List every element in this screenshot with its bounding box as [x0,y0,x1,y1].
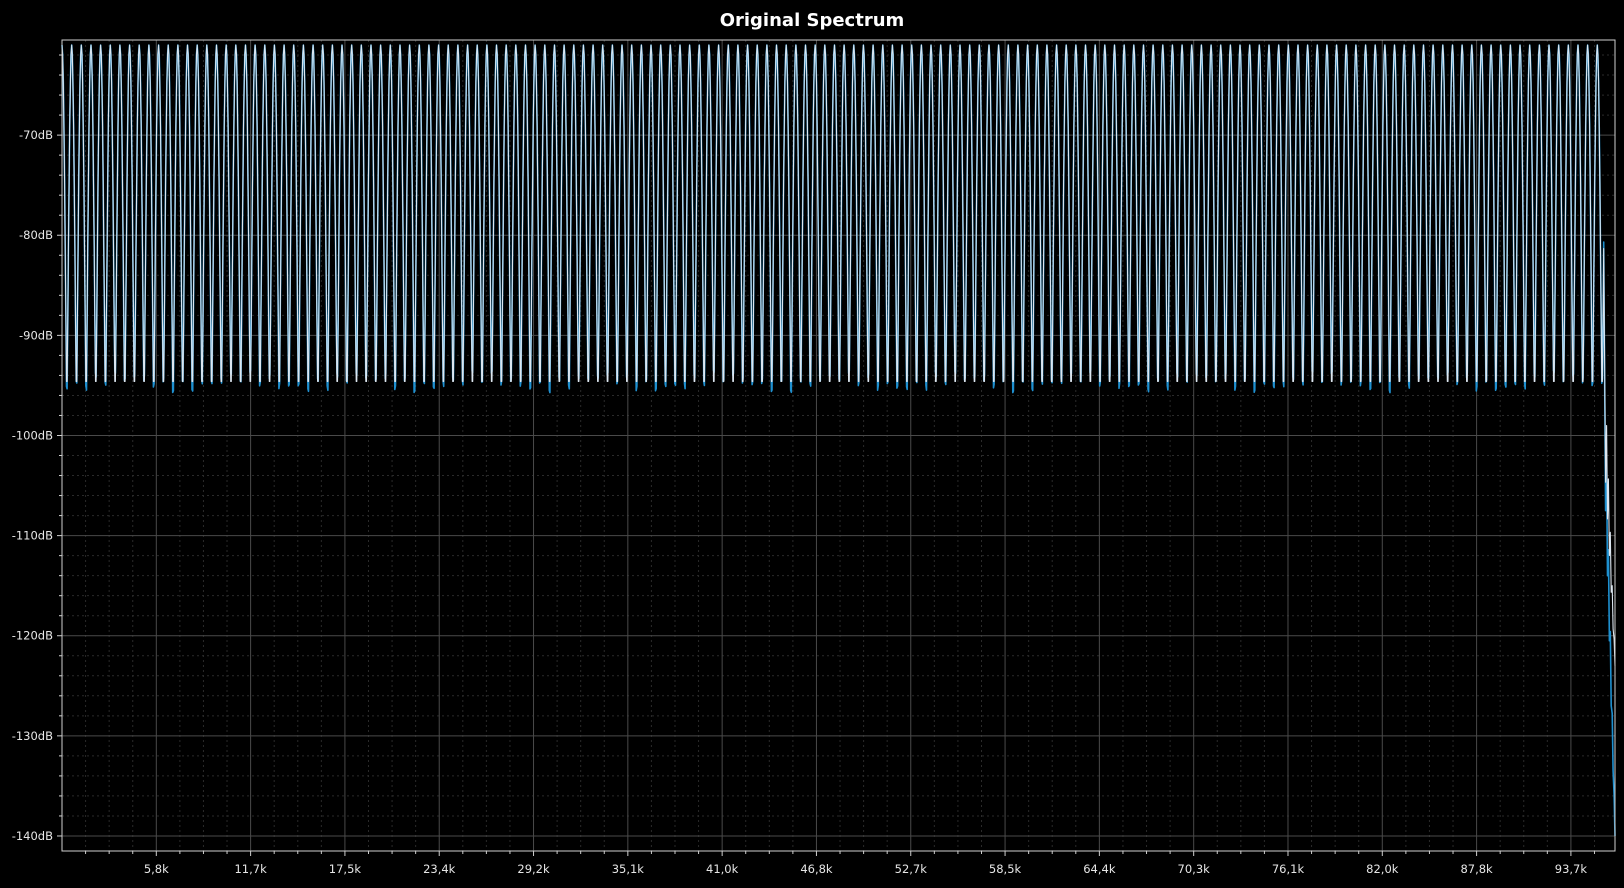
x-tick-label: 93,7k [1555,862,1588,876]
x-tick-label: 70,3k [1178,862,1211,876]
x-tick-label: 23,4k [423,862,456,876]
y-tick-label: -130dB [12,729,53,743]
y-tick-label: -110dB [12,529,53,543]
x-tick-label: 5,8k [144,862,169,876]
x-tick-label: 17,5k [329,862,362,876]
x-tick-label: 11,7k [234,862,267,876]
y-tick-label: -100dB [12,428,53,442]
x-tick-label: 52,7k [895,862,928,876]
x-tick-label: 46,8k [800,862,833,876]
x-tick-label: 35,1k [612,862,645,876]
y-tick-label: -80dB [19,228,53,242]
x-tick-label: 64,4k [1083,862,1116,876]
y-tick-label: -140dB [12,829,53,843]
spectrum-chart: -70dB -80dB -90dB -100dB -110dB -120dB -130dB -… [12,39,1616,876]
x-tick-label: 29,2k [517,862,550,876]
y-tick-label: -70dB [19,128,53,142]
y-tick-label: -120dB [12,629,53,643]
x-tick-label: 41,0k [706,862,739,876]
x-tick-label: 82,0k [1366,862,1399,876]
x-tick-label: 87,8k [1460,862,1493,876]
x-tick-label: 58,5k [989,862,1022,876]
y-tick-label: -90dB [19,328,53,342]
x-tick-label: 76,1k [1272,862,1305,876]
